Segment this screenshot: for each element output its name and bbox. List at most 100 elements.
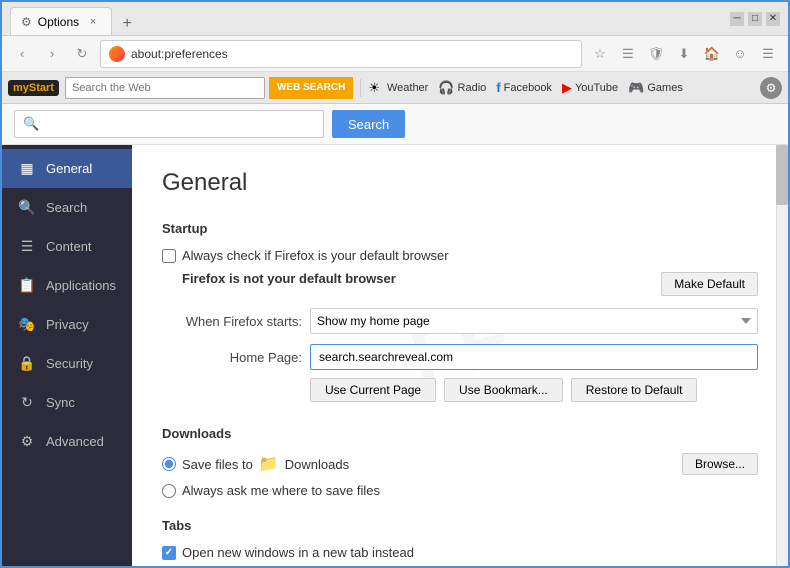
toolbar: myStart WEB SEARCH ☀ Weather 🎧 Radio f F… <box>2 72 788 104</box>
home-icon[interactable]: 🏠 <box>700 42 724 66</box>
sidebar-item-general[interactable]: ▦ General <box>2 149 132 188</box>
search-button[interactable]: Search <box>332 110 405 138</box>
save-files-label: Save files to <box>182 457 253 472</box>
menu-icon[interactable]: ☰ <box>756 42 780 66</box>
sidebar-item-general-label: General <box>46 161 92 176</box>
toolbar-search-input[interactable] <box>66 78 264 98</box>
facebook-label: Facebook <box>504 82 552 94</box>
games-label: Games <box>647 82 682 94</box>
content-inner: General Startup Always check if Firefox … <box>132 145 788 566</box>
always-ask-radio[interactable] <box>162 484 176 498</box>
back-button[interactable]: ‹ <box>10 42 34 66</box>
browse-button[interactable]: Browse... <box>682 453 758 475</box>
toolbar-youtube[interactable]: ▶ YouTube <box>559 80 621 96</box>
when-starts-row: When Firefox starts: Show my home page <box>162 308 758 334</box>
always-ask-radio-row: Always ask me where to save files <box>162 483 758 498</box>
folder-name: Downloads <box>285 457 349 472</box>
search-icon: 🔍 <box>18 199 36 216</box>
toolbar-separator-1 <box>360 79 361 97</box>
shield-icon[interactable]: 🛡 <box>644 42 668 66</box>
tabs-section: Tabs Open new windows in a new tab inste… <box>162 518 758 560</box>
default-browser-checkbox[interactable] <box>162 249 176 263</box>
open-new-windows-label: Open new windows in a new tab instead <box>182 545 414 560</box>
sidebar-item-advanced[interactable]: ⚙ Advanced <box>2 422 132 461</box>
browser-window: ⚙ Options × + ─ □ ✕ ‹ › ↻ about:preferen… <box>0 0 790 568</box>
sidebar: ▦ General 🔍 Search ☰ Content 📋 Applicati… <box>2 145 132 566</box>
homepage-label: Home Page: <box>162 350 302 365</box>
minimize-button[interactable]: ─ <box>730 12 744 26</box>
forward-button[interactable]: › <box>40 42 64 66</box>
search-input-box[interactable]: 🔍 <box>14 110 324 138</box>
main-search-input[interactable] <box>43 117 315 131</box>
toolbar-search-box[interactable] <box>65 77 265 99</box>
sidebar-item-applications-label: Applications <box>46 278 116 293</box>
maximize-button[interactable]: □ <box>748 12 762 26</box>
bookmark-star-icon[interactable]: ☆ <box>588 42 612 66</box>
download-icon[interactable]: ⬇ <box>672 42 696 66</box>
sidebar-item-security-label: Security <box>46 356 93 371</box>
when-starts-select[interactable]: Show my home page <box>310 308 758 334</box>
homepage-input[interactable] <box>310 344 758 370</box>
toolbar-games[interactable]: 🎮 Games <box>625 80 686 96</box>
sidebar-item-sync-label: Sync <box>46 395 75 410</box>
sidebar-item-privacy[interactable]: 🎭 Privacy <box>2 305 132 344</box>
when-starts-label: When Firefox starts: <box>162 314 302 329</box>
default-browser-label: Always check if Firefox is your default … <box>182 248 449 263</box>
page-title: General <box>162 169 758 197</box>
make-default-button[interactable]: Make Default <box>661 272 758 296</box>
not-default-warning: Firefox is not your default browser <box>182 271 661 286</box>
toolbar-radio[interactable]: 🎧 Radio <box>435 80 489 96</box>
sidebar-item-security[interactable]: 🔒 Security <box>2 344 132 383</box>
sidebar-item-applications[interactable]: 📋 Applications <box>2 266 132 305</box>
tab-close-button[interactable]: × <box>85 14 101 30</box>
weather-label: Weather <box>387 82 428 94</box>
close-button[interactable]: ✕ <box>766 12 780 26</box>
toolbar-weather[interactable]: Weather <box>384 82 431 94</box>
use-current-page-button[interactable]: Use Current Page <box>310 378 436 402</box>
open-new-windows-checkbox[interactable] <box>162 546 176 560</box>
smiley-icon[interactable]: ☺ <box>728 42 752 66</box>
downloads-folder: 📁 Downloads <box>259 454 676 474</box>
startup-section-title: Startup <box>162 221 758 236</box>
downloads-section: Downloads Save files to 📁 Downloads Brow… <box>162 426 758 498</box>
content-icon: ☰ <box>18 238 36 255</box>
new-tab-button[interactable]: + <box>116 13 138 35</box>
advanced-icon: ⚙ <box>18 433 36 450</box>
privacy-icon: 🎭 <box>18 316 36 333</box>
toolbar-facebook[interactable]: f Facebook <box>493 80 555 95</box>
sidebar-item-search[interactable]: 🔍 Search <box>2 188 132 227</box>
toolbar-settings-button[interactable]: ⚙ <box>760 77 782 99</box>
facebook-icon: f <box>496 80 500 95</box>
radio-label: Radio <box>458 82 487 94</box>
sync-icon: ↻ <box>18 394 36 411</box>
reload-button[interactable]: ↻ <box>70 42 94 66</box>
options-tab[interactable]: ⚙ Options × <box>10 7 112 35</box>
address-bar[interactable]: about:preferences <box>100 40 582 68</box>
use-bookmark-button[interactable]: Use Bookmark... <box>444 378 563 402</box>
sidebar-item-sync[interactable]: ↻ Sync <box>2 383 132 422</box>
folder-icon: 📁 <box>259 454 279 474</box>
homepage-row: Home Page: <box>162 344 758 370</box>
restore-default-button[interactable]: Restore to Default <box>571 378 698 402</box>
youtube-icon: ▶ <box>562 80 572 96</box>
sidebar-item-content-label: Content <box>46 239 92 254</box>
search-bar-area: 🔍 Search <box>2 104 788 145</box>
open-new-windows-row: Open new windows in a new tab instead <box>162 545 758 560</box>
homepage-buttons: Use Current Page Use Bookmark... Restore… <box>310 378 758 402</box>
sidebar-item-privacy-label: Privacy <box>46 317 89 332</box>
tab-gear-icon: ⚙ <box>21 15 32 29</box>
save-files-radio[interactable] <box>162 457 176 471</box>
general-icon: ▦ <box>18 160 36 177</box>
sun-icon: ☀ <box>368 80 380 96</box>
reading-list-icon[interactable]: ☰ <box>616 42 640 66</box>
url-text: about:preferences <box>131 47 228 61</box>
sidebar-item-advanced-label: Advanced <box>46 434 104 449</box>
web-search-button[interactable]: WEB SEARCH <box>269 77 353 99</box>
downloads-section-title: Downloads <box>162 426 758 441</box>
sidebar-item-search-label: Search <box>46 200 87 215</box>
games-icon: 🎮 <box>628 80 644 96</box>
firefox-icon <box>109 46 125 62</box>
tab-area: ⚙ Options × + <box>10 2 730 35</box>
save-files-radio-row: Save files to 📁 Downloads Browse... <box>162 453 758 475</box>
sidebar-item-content[interactable]: ☰ Content <box>2 227 132 266</box>
